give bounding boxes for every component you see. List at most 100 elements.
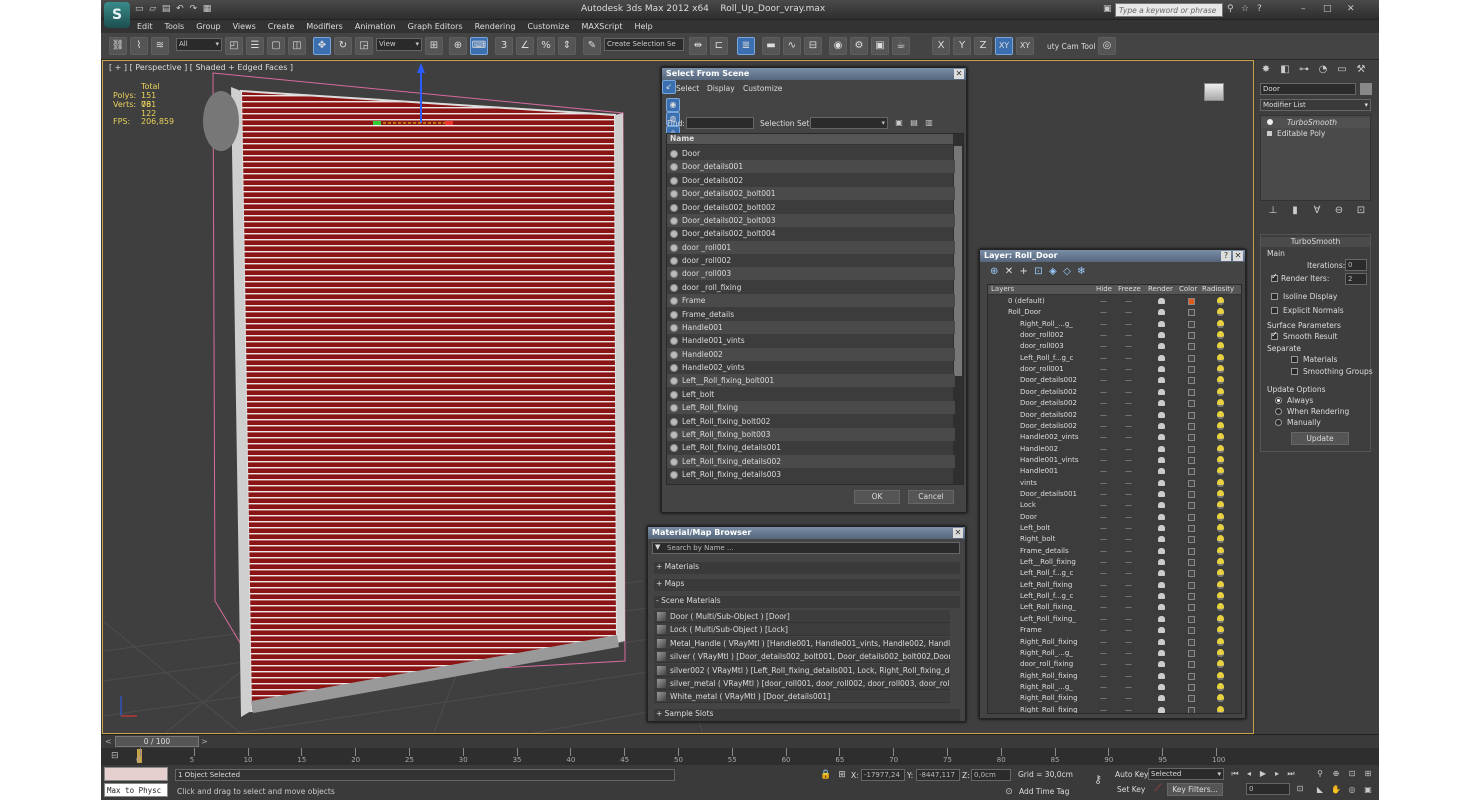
material-item[interactable]: Door ( Multi/Sub-Object ) [Door] bbox=[654, 610, 950, 623]
set-key-button[interactable]: Set Key bbox=[1117, 785, 1145, 794]
layer-color-swatch[interactable] bbox=[1188, 400, 1195, 408]
menu-maxscript[interactable]: MAXScript bbox=[575, 20, 628, 33]
bind-space-warp-icon[interactable]: ≋ bbox=[151, 37, 169, 55]
y-coordinate-field[interactable]: -8447,117 bbox=[916, 769, 960, 781]
explicit-normals-checkbox[interactable] bbox=[1271, 307, 1278, 314]
hide-column[interactable]: Hide bbox=[1096, 285, 1112, 293]
layer-row[interactable]: Right_Roll_fixing — — bbox=[988, 671, 1241, 682]
hide-toggle[interactable]: — bbox=[1100, 512, 1107, 523]
layer-row[interactable]: Left_Roll_fixing_ — — bbox=[988, 602, 1241, 613]
freeze-toggle[interactable]: — bbox=[1125, 614, 1132, 625]
list-item[interactable]: Left_Roll_fixing_bolt003 bbox=[667, 427, 955, 441]
layer-color-swatch[interactable] bbox=[1188, 547, 1195, 555]
freeze-all-icon[interactable]: ❄ bbox=[1077, 266, 1085, 277]
render-teapot-icon[interactable] bbox=[1158, 354, 1165, 361]
layer-color-swatch[interactable] bbox=[1188, 638, 1195, 646]
hide-toggle[interactable]: — bbox=[1100, 671, 1107, 682]
select-object-icon[interactable]: ◰ bbox=[225, 37, 243, 55]
cancel-button[interactable]: Cancel bbox=[908, 490, 954, 504]
stack-item-turbosmooth[interactable]: TurboSmooth bbox=[1261, 118, 1370, 128]
hide-toggle[interactable]: — bbox=[1100, 455, 1107, 466]
smooth-result-checkbox[interactable] bbox=[1271, 330, 1278, 340]
freeze-toggle[interactable]: — bbox=[1125, 387, 1132, 398]
material-item[interactable]: Lock ( Multi/Sub-Object ) [Lock] bbox=[654, 623, 950, 637]
radiosity-bulb-icon[interactable] bbox=[1217, 558, 1224, 567]
rollout-title[interactable]: TurboSmooth bbox=[1261, 237, 1370, 247]
keyboard-shortcut-icon[interactable]: ⌨ bbox=[470, 37, 488, 55]
radiosity-bulb-icon[interactable] bbox=[1217, 592, 1224, 601]
layer-manager-icon[interactable]: ≣ bbox=[737, 37, 755, 55]
render-teapot-icon[interactable] bbox=[1158, 638, 1165, 645]
freeze-toggle[interactable]: — bbox=[1125, 478, 1132, 489]
mirror-icon[interactable]: ⇹ bbox=[689, 37, 707, 55]
axis-y-button[interactable]: Y bbox=[953, 37, 971, 55]
edit-named-sets-icon[interactable]: ✎ bbox=[583, 37, 601, 55]
axis-xy-cycle-button[interactable]: XY bbox=[1016, 37, 1034, 55]
radiosity-bulb-icon[interactable] bbox=[1217, 353, 1224, 362]
set-select-icon[interactable]: ▥ bbox=[922, 116, 936, 130]
freeze-toggle[interactable]: — bbox=[1125, 296, 1132, 307]
window-crossing-icon[interactable]: ◫ bbox=[288, 37, 306, 55]
render-teapot-icon[interactable] bbox=[1158, 366, 1165, 373]
render-teapot-icon[interactable] bbox=[1158, 661, 1165, 668]
render-teapot-icon[interactable] bbox=[1158, 309, 1165, 316]
layer-row[interactable]: Left_Roll_fixing — — bbox=[988, 580, 1241, 591]
radiosity-bulb-icon[interactable] bbox=[1217, 660, 1224, 669]
list-item[interactable]: Left_Roll_fixing bbox=[667, 401, 955, 415]
manually-radio[interactable] bbox=[1275, 419, 1282, 426]
menu-graph-editors[interactable]: Graph Editors bbox=[402, 20, 469, 33]
freeze-toggle[interactable]: — bbox=[1125, 546, 1132, 557]
freeze-toggle[interactable]: — bbox=[1125, 353, 1132, 364]
hide-toggle[interactable]: — bbox=[1100, 466, 1107, 477]
radiosity-bulb-icon[interactable] bbox=[1217, 421, 1224, 430]
layer-dialog-title[interactable]: Layer: Roll_Door bbox=[980, 250, 1245, 262]
radiosity-bulb-icon[interactable] bbox=[1217, 524, 1224, 532]
layer-row[interactable]: Left_Roll_f...g_c — — bbox=[988, 591, 1241, 602]
graphite-ribbon-icon[interactable]: ▬ bbox=[762, 37, 780, 55]
layer-row[interactable]: Frame — — bbox=[988, 625, 1241, 636]
hide-toggle[interactable]: — bbox=[1100, 410, 1107, 421]
layer-color-swatch[interactable] bbox=[1188, 683, 1195, 691]
radiosity-bulb-icon[interactable] bbox=[1217, 671, 1224, 680]
layer-color-swatch[interactable] bbox=[1188, 366, 1195, 374]
material-item[interactable]: Metal_Handle ( VRayMtl ) [Handle001, Han… bbox=[654, 636, 950, 650]
radiosity-bulb-icon[interactable] bbox=[1217, 455, 1224, 464]
list-item[interactable]: Door_details002_bolt001 bbox=[667, 187, 955, 201]
radiosity-bulb-icon[interactable] bbox=[1217, 705, 1224, 713]
freeze-toggle[interactable]: — bbox=[1125, 602, 1132, 613]
radiosity-bulb-icon[interactable] bbox=[1217, 569, 1224, 578]
freeze-toggle[interactable]: — bbox=[1125, 648, 1132, 659]
render-teapot-icon[interactable] bbox=[1158, 298, 1165, 304]
layer-row[interactable]: Door — — bbox=[988, 512, 1241, 523]
render-teapot-icon[interactable] bbox=[1158, 570, 1165, 577]
freeze-toggle[interactable]: — bbox=[1125, 625, 1132, 636]
select-by-name-icon[interactable]: ☰ bbox=[246, 37, 264, 55]
maxscript-listener[interactable] bbox=[104, 767, 168, 781]
ok-button[interactable]: OK bbox=[854, 490, 900, 504]
reference-coordinate-dropdown[interactable]: View ▾ bbox=[376, 38, 422, 51]
snap-toggle-icon[interactable]: 3 bbox=[495, 37, 513, 55]
list-item[interactable]: Frame bbox=[667, 294, 955, 308]
freeze-toggle[interactable]: — bbox=[1125, 591, 1132, 602]
hide-all-icon[interactable]: ◇ bbox=[1063, 266, 1071, 277]
search-icon[interactable]: ⚲ bbox=[1227, 4, 1234, 14]
radiosity-bulb-icon[interactable] bbox=[1217, 682, 1224, 691]
expand-icon[interactable] bbox=[1267, 131, 1272, 136]
render-teapot-icon[interactable] bbox=[1158, 490, 1165, 497]
material-search-input[interactable]: Search by Name ... bbox=[652, 542, 960, 554]
layer-color-swatch[interactable] bbox=[1188, 672, 1195, 680]
make-unique-icon[interactable]: ∀ bbox=[1310, 204, 1324, 218]
time-slider-left-icon[interactable]: < bbox=[105, 737, 112, 746]
select-dialog-title[interactable]: Select From Scene bbox=[662, 68, 966, 80]
help-search-input[interactable]: Type a keyword or phrase bbox=[1115, 3, 1223, 17]
next-frame-icon[interactable]: ▸ bbox=[1270, 767, 1284, 781]
highlight-layer-icon[interactable]: ◈ bbox=[1049, 266, 1057, 277]
curve-editor-icon[interactable]: ∿ bbox=[783, 37, 801, 55]
render-teapot-icon[interactable] bbox=[1158, 434, 1165, 441]
render-teapot-icon[interactable] bbox=[1158, 411, 1165, 418]
layer-row[interactable]: Door_details002 — — bbox=[988, 375, 1241, 386]
freeze-toggle[interactable]: — bbox=[1125, 557, 1132, 568]
list-item[interactable]: Handle002 bbox=[667, 347, 955, 361]
render-teapot-icon[interactable] bbox=[1158, 525, 1165, 531]
render-teapot-icon[interactable] bbox=[1158, 377, 1165, 384]
